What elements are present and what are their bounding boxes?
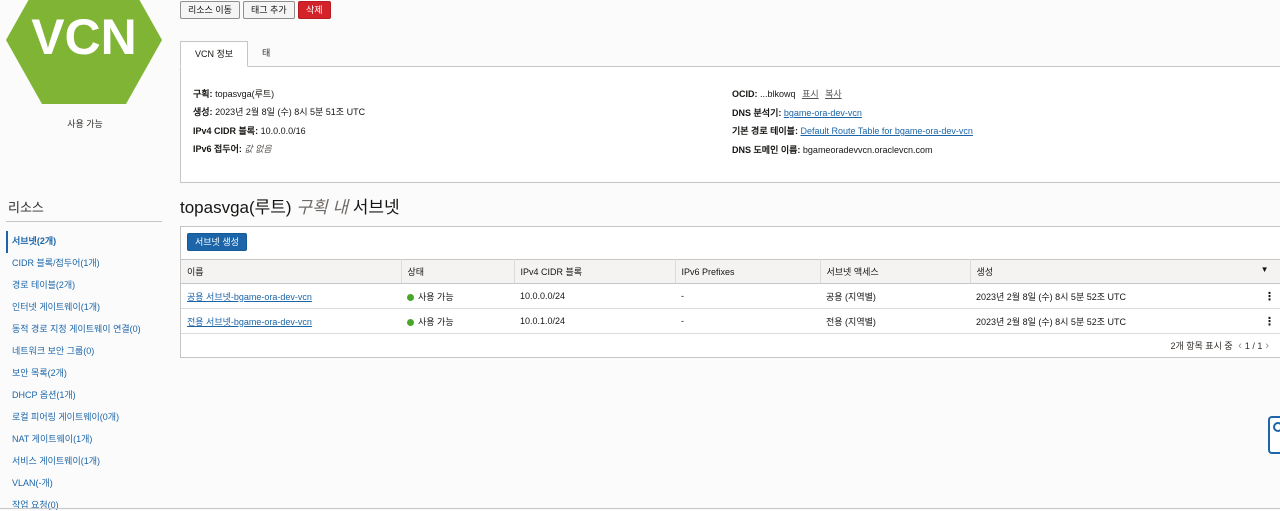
- help-lifebuoy-icon[interactable]: [1268, 416, 1280, 454]
- resources-divider: [6, 221, 162, 222]
- resource-item-internet-gateways[interactable]: 인터넷 게이트웨이(1개): [6, 297, 162, 319]
- info-created: 생성: 2023년 2월 8일 (수) 8시 5분 51조 UTC: [193, 107, 366, 117]
- info-ocid: OCID: ...blkowq 표시 복사: [732, 89, 842, 99]
- row-actions-icon[interactable]: ⋮: [1264, 315, 1275, 328]
- col-access[interactable]: 서브넷 액세스: [820, 259, 971, 284]
- ipv6-value: 값 없음: [244, 144, 272, 154]
- info-dns-domain: DNS 도메인 이름: bgameoradevvcn.oraclevcn.com: [732, 145, 933, 155]
- subnet-link[interactable]: 공용 서브넷-bgame-ora-dev-vcn: [187, 292, 312, 302]
- info-route-table: 기본 경로 테이블: Default Route Table for bgame…: [732, 126, 973, 136]
- resource-item-dhcp[interactable]: DHCP 옵션(1개): [6, 385, 162, 407]
- ocid-show-link[interactable]: 표시: [802, 89, 819, 99]
- col-status[interactable]: 상태: [401, 259, 515, 284]
- status-dot-icon: [407, 293, 414, 301]
- bottom-divider: [0, 508, 1280, 509]
- resource-item-security-lists[interactable]: 보안 목록(2개): [6, 363, 162, 385]
- next-page-icon[interactable]: ›: [1265, 340, 1269, 352]
- resource-item-vlan[interactable]: VLAN(-개): [6, 473, 162, 495]
- resource-item-cidr[interactable]: CIDR 블록/접두어(1개): [6, 253, 162, 275]
- subnet-ipv6: -: [675, 283, 820, 309]
- row-actions-icon[interactable]: ⋮: [1264, 290, 1275, 303]
- resource-item-nsg[interactable]: 네트워크 보안 그룹(0): [6, 341, 162, 363]
- info-dns-resolver: DNS 분석기: bgame-ora-dev-vcn: [732, 108, 862, 118]
- resource-item-route-tables[interactable]: 경로 테이블(2개): [6, 275, 162, 297]
- col-name[interactable]: 이름: [181, 259, 402, 284]
- tab-tags[interactable]: 태그: [250, 41, 282, 82]
- ipv4-value: 10.0.0.0/16: [260, 126, 306, 136]
- vcn-info-panel: 구획: topasvga(루트) 생성: 2023년 2월 8일 (수) 8시 …: [180, 66, 1280, 183]
- col-ipv6[interactable]: IPv6 Prefixes: [675, 259, 821, 284]
- add-tags-button[interactable]: 태그 추가: [243, 1, 295, 19]
- tab-vcn-info[interactable]: VCN 정보: [180, 41, 248, 67]
- resource-item-service-gateways[interactable]: 서비스 게이트웨이(1개): [6, 451, 162, 473]
- resources-heading: 리소스: [8, 200, 44, 215]
- info-compartment: 구획: topasvga(루트): [193, 89, 275, 99]
- subnet-ipv6: -: [675, 308, 820, 334]
- item-count: 2개 항목 표시 중: [1170, 341, 1233, 351]
- subnets-section-title: topasvga(루트) 구획 내 서브넷: [180, 198, 400, 217]
- delete-button[interactable]: 삭제: [298, 1, 331, 19]
- pagination: 2개 항목 표시 중 ‹ 1 / 1 ›: [1170, 339, 1272, 352]
- subnet-cidr: 10.0.1.0/24: [514, 308, 675, 334]
- dns-domain-value: bgameoradevvcn.oraclevcn.com: [802, 145, 933, 155]
- resources-list: 서브넷(2개) CIDR 블록/접두어(1개) 경로 테이블(2개) 인터넷 게…: [6, 231, 162, 511]
- status-dot-icon: [407, 318, 414, 326]
- table-row: 공용 서브넷-bgame-ora-dev-vcn 사용 가능 10.0.0.0/…: [181, 283, 1280, 309]
- dns-resolver-link[interactable]: bgame-ora-dev-vcn: [784, 108, 862, 118]
- vcn-logo: VCN: [6, 0, 162, 104]
- info-ipv4: IPv4 CIDR 블록: 10.0.0.0/16: [193, 126, 306, 136]
- table-row: 전용 서브넷-bgame-ora-dev-vcn 사용 가능 10.0.1.0/…: [181, 308, 1280, 334]
- resource-item-lpg[interactable]: 로컬 피어링 게이트웨이(0개): [6, 407, 162, 429]
- subnet-status: 사용 가능: [418, 291, 454, 302]
- subnets-table: 이름 상태 IPv4 CIDR 블록 IPv6 Prefixes 서브넷 액세스…: [181, 259, 1280, 334]
- ocid-value: ...blkowq: [760, 89, 796, 99]
- subnets-table-panel: 서브넷 생성 이름 상태 IPv4 CIDR 블록 IPv6 Prefixes …: [180, 226, 1280, 358]
- resource-item-nat[interactable]: NAT 게이트웨이(1개): [6, 429, 162, 451]
- create-subnet-button[interactable]: 서브넷 생성: [187, 233, 247, 251]
- prev-page-icon[interactable]: ‹: [1238, 340, 1242, 352]
- resource-item-drg-attachments[interactable]: 동적 경로 지정 게이트웨이 연결(0): [6, 319, 162, 341]
- vcn-status: 사용 가능: [67, 119, 103, 129]
- subnet-created: 2023년 2월 8일 (수) 8시 5분 52조 UTC: [976, 316, 1127, 327]
- vcn-logo-text: VCN: [31, 9, 137, 65]
- page-indicator: 1 / 1: [1244, 341, 1263, 351]
- route-table-link[interactable]: Default Route Table for bgame-ora-dev-vc…: [800, 126, 972, 136]
- subnet-cidr: 10.0.0.0/24: [514, 283, 675, 309]
- resource-item-subnets[interactable]: 서브넷(2개): [6, 231, 162, 253]
- sort-caret-icon[interactable]: ▼: [1261, 265, 1269, 274]
- col-created[interactable]: 생성 ▼: [970, 259, 1280, 284]
- subnet-link[interactable]: 전용 서브넷-bgame-ora-dev-vcn: [187, 317, 312, 327]
- vcn-hexagon-icon: VCN: [6, 0, 162, 104]
- subnet-access: 공용 (지역별): [820, 283, 970, 309]
- table-header-row: 이름 상태 IPv4 CIDR 블록 IPv6 Prefixes 서브넷 액세스…: [181, 259, 1280, 284]
- col-ipv4[interactable]: IPv4 CIDR 블록: [514, 259, 676, 284]
- info-ipv6: IPv6 접두어: 값 없음: [193, 144, 272, 154]
- subnet-status: 사용 가능: [418, 316, 454, 327]
- subnet-created: 2023년 2월 8일 (수) 8시 5분 52조 UTC: [976, 291, 1127, 302]
- created-value: 2023년 2월 8일 (수) 8시 5분 51조 UTC: [215, 107, 366, 117]
- compartment-value: topasvga(루트): [215, 89, 275, 99]
- ocid-copy-link[interactable]: 복사: [825, 89, 842, 99]
- move-resource-button[interactable]: 리소스 이동: [180, 1, 240, 19]
- subnet-access: 전용 (지역별): [820, 308, 970, 334]
